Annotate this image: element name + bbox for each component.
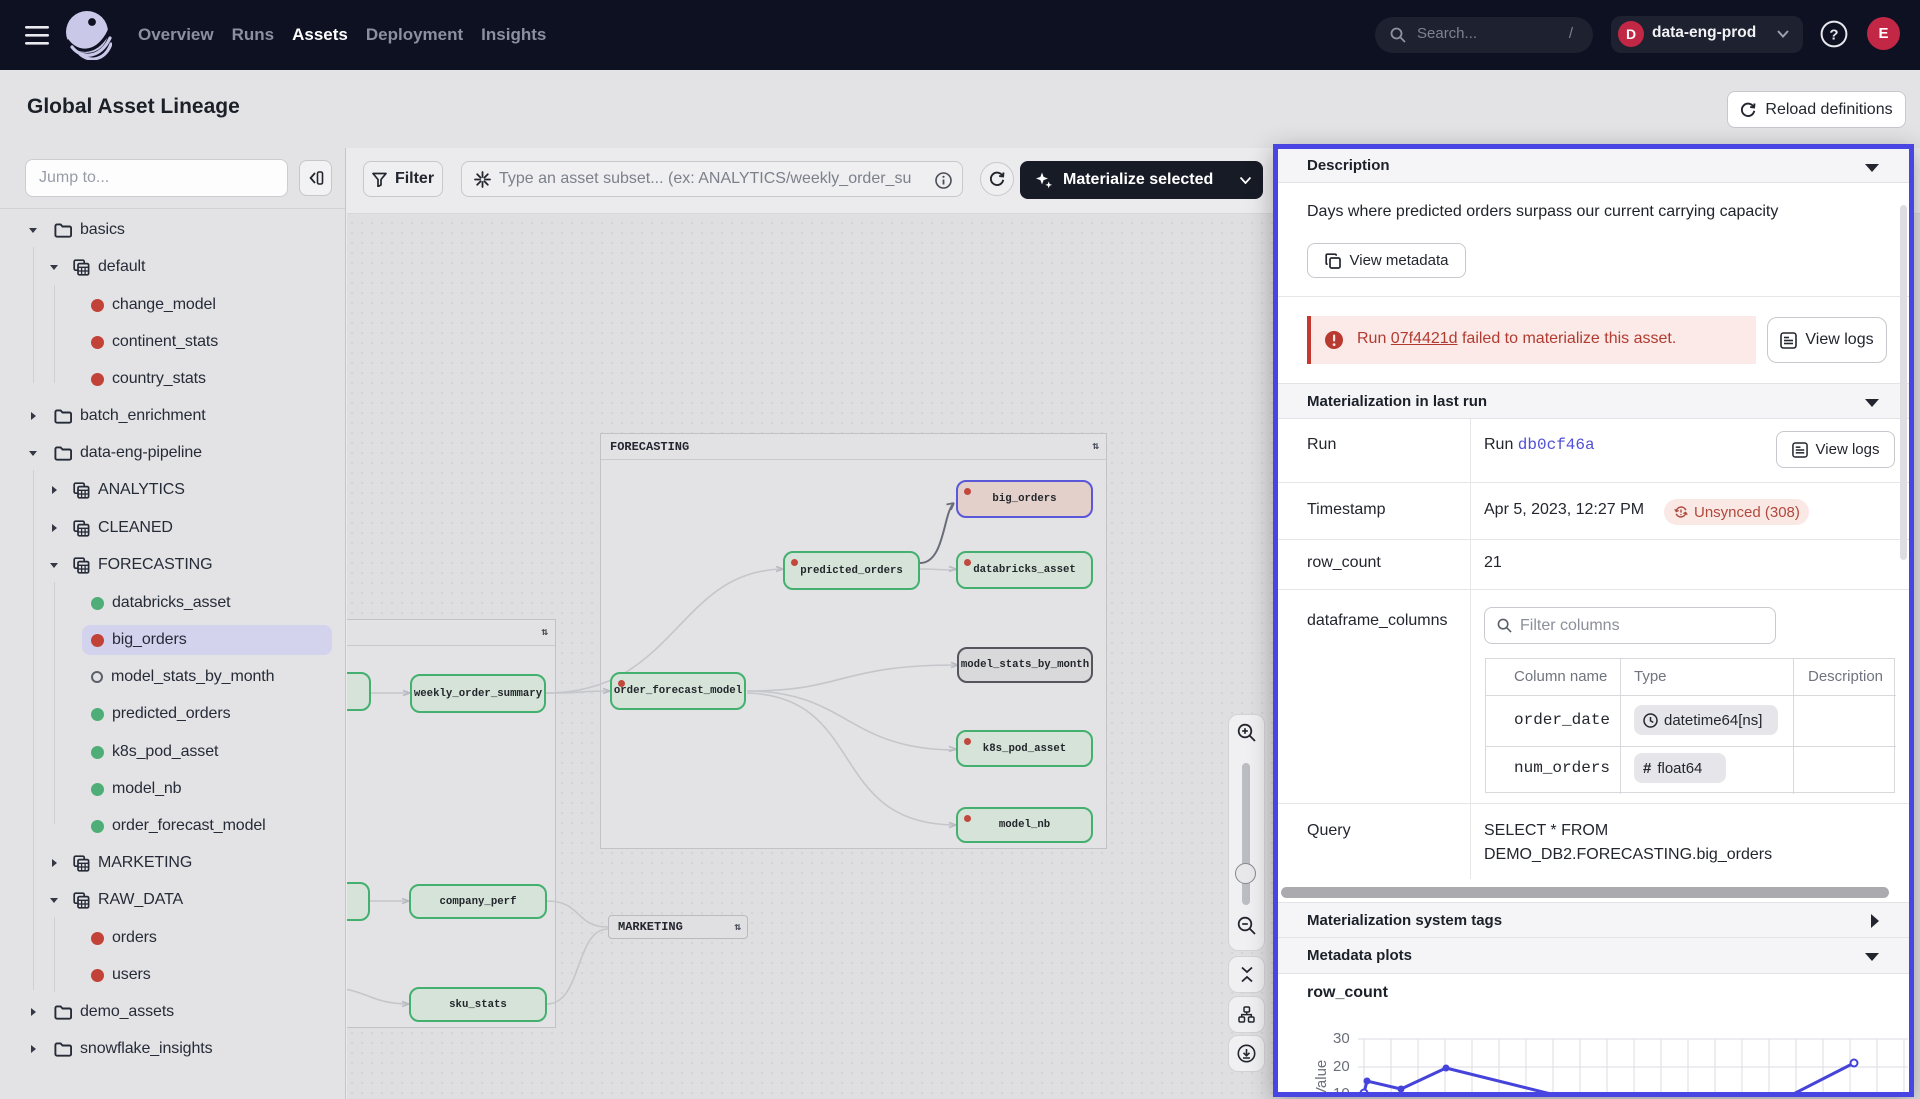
svg-text:?: ? (1829, 27, 1838, 44)
